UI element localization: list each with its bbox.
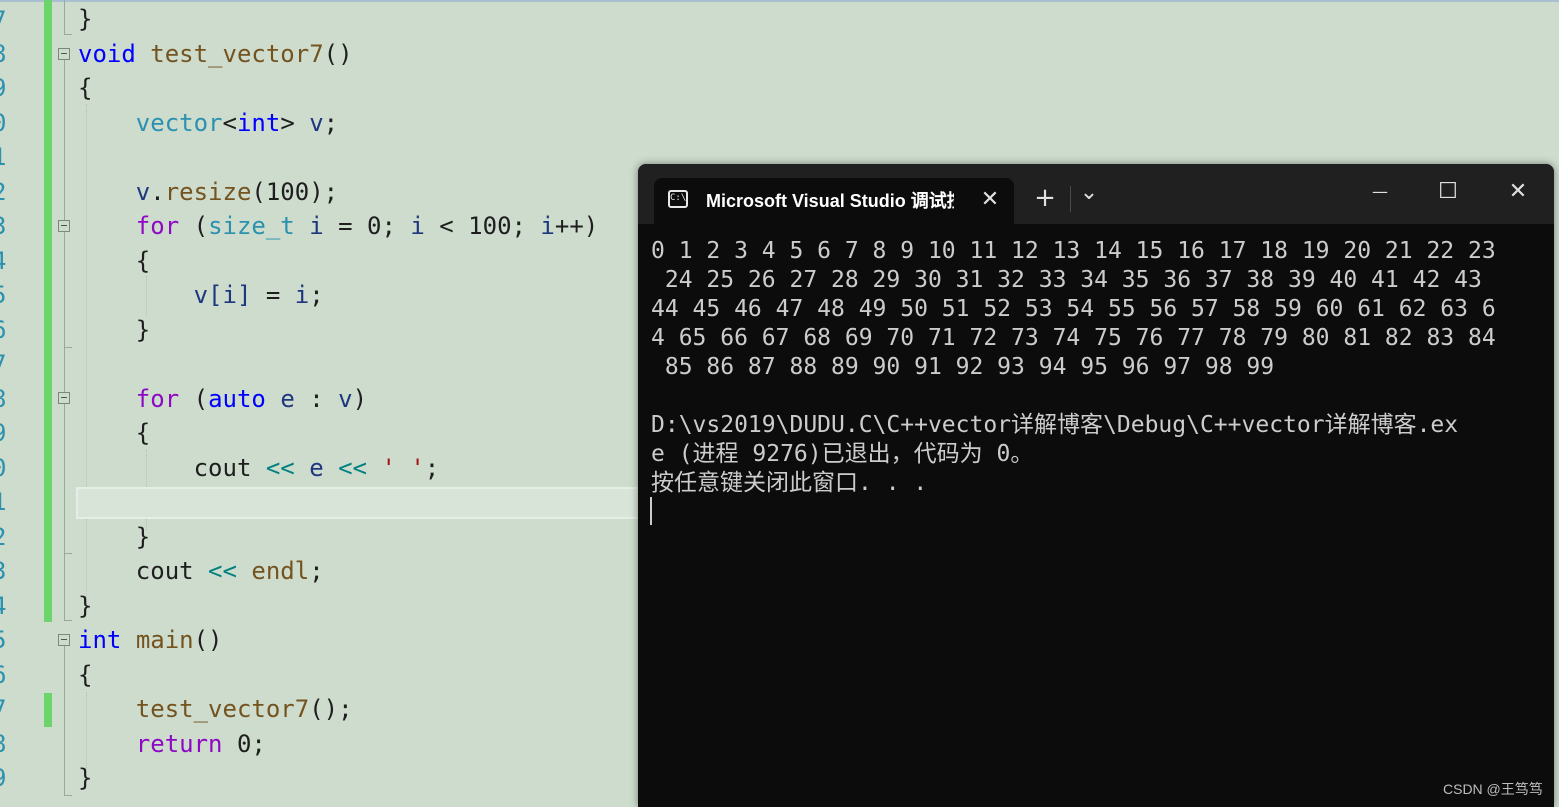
code-line[interactable]: return 0;	[78, 727, 266, 761]
fold-guide	[64, 347, 72, 348]
line-number: 7	[0, 3, 20, 37]
debug-console-window[interactable]: C:\ Microsoft Visual Studio 调试控制台 ✕ + ⌄ …	[638, 164, 1554, 807]
tab-title: Microsoft Visual Studio 调试控制台	[706, 191, 954, 211]
text-cursor	[650, 497, 652, 525]
line-number: 8	[0, 727, 20, 761]
code-line[interactable]: for (auto e : v)	[78, 382, 367, 416]
code-line[interactable]: void test_vector7()	[78, 37, 353, 71]
code-line[interactable]: v.resize(100);	[78, 175, 338, 209]
terminal-tab[interactable]: C:\ Microsoft Visual Studio 调试控制台 ✕	[654, 178, 1014, 224]
code-line[interactable]: {	[78, 416, 150, 450]
fold-guide	[64, 0, 65, 34]
line-number: 7	[0, 347, 20, 381]
line-number: 9	[0, 761, 20, 795]
collapse-toggle-icon[interactable]	[58, 220, 70, 232]
code-line[interactable]: }	[78, 761, 92, 795]
line-number: 6	[0, 658, 20, 692]
code-line[interactable]: cout << endl;	[78, 554, 324, 588]
line-number: 5	[0, 623, 20, 657]
fold-guide	[64, 553, 72, 554]
tab-close-icon[interactable]: ✕	[980, 186, 1000, 214]
line-number: 4	[0, 244, 20, 278]
fold-guide	[64, 620, 72, 621]
console-output: 0 1 2 3 4 5 6 7 8 9 10 11 12 13 14 15 16…	[651, 238, 1496, 496]
code-line[interactable]: }	[78, 2, 92, 36]
line-number: 8	[0, 37, 20, 71]
collapse-toggle-icon[interactable]	[58, 392, 70, 404]
line-number: 4	[0, 589, 20, 623]
code-line[interactable]: vector<int> v;	[78, 106, 338, 140]
console-icon: C:\	[668, 190, 688, 208]
line-number: 1	[0, 485, 20, 519]
line-number: 6	[0, 313, 20, 347]
change-indicator-bar	[44, 693, 52, 727]
collapse-toggle-icon[interactable]	[58, 48, 70, 60]
line-number: 1	[0, 140, 20, 174]
line-number: 3	[0, 554, 20, 588]
line-number: 3	[0, 209, 20, 243]
code-line[interactable]: test_vector7();	[78, 692, 353, 726]
toolbar-divider	[1070, 186, 1071, 212]
code-line[interactable]: for (size_t i = 0; i < 100; i++)	[78, 209, 598, 243]
line-number: 2	[0, 175, 20, 209]
fold-guide	[64, 34, 72, 35]
code-line[interactable]: {	[78, 244, 150, 278]
fold-guide	[64, 646, 65, 796]
code-line[interactable]: {	[78, 71, 92, 105]
code-line[interactable]: {	[78, 658, 92, 692]
title-bar[interactable]: C:\ Microsoft Visual Studio 调试控制台 ✕ + ⌄ …	[638, 164, 1554, 224]
line-number: 9	[0, 416, 20, 450]
line-number: 2	[0, 520, 20, 554]
code-line[interactable]: }	[78, 589, 92, 623]
code-line[interactable]: cout << e << ' ';	[78, 451, 440, 485]
code-line[interactable]: }	[78, 313, 150, 347]
editor-top-border	[0, 0, 1559, 2]
line-number: 7	[0, 692, 20, 726]
change-indicator-bar	[44, 0, 52, 622]
watermark: CSDN @王笃笃	[1443, 781, 1543, 797]
close-window-button[interactable]: ✕	[1498, 172, 1538, 212]
line-number: 0	[0, 451, 20, 485]
code-line[interactable]: }	[78, 520, 150, 554]
line-number: 5	[0, 278, 20, 312]
maximize-button[interactable]: ☐	[1428, 172, 1468, 212]
minimize-button[interactable]: —	[1360, 172, 1400, 212]
line-number: 9	[0, 71, 20, 105]
collapse-toggle-icon[interactable]	[58, 634, 70, 646]
line-number: 8	[0, 382, 20, 416]
code-line[interactable]: int main()	[78, 623, 223, 657]
line-number: 0	[0, 106, 20, 140]
code-line[interactable]: v[i] = i;	[78, 278, 324, 312]
current-line-highlight	[76, 487, 646, 519]
new-tab-button[interactable]: +	[1030, 178, 1060, 218]
fold-guide	[64, 795, 72, 796]
fold-guide	[64, 60, 65, 620]
tab-dropdown-chevron-icon[interactable]: ⌄	[1074, 178, 1104, 218]
